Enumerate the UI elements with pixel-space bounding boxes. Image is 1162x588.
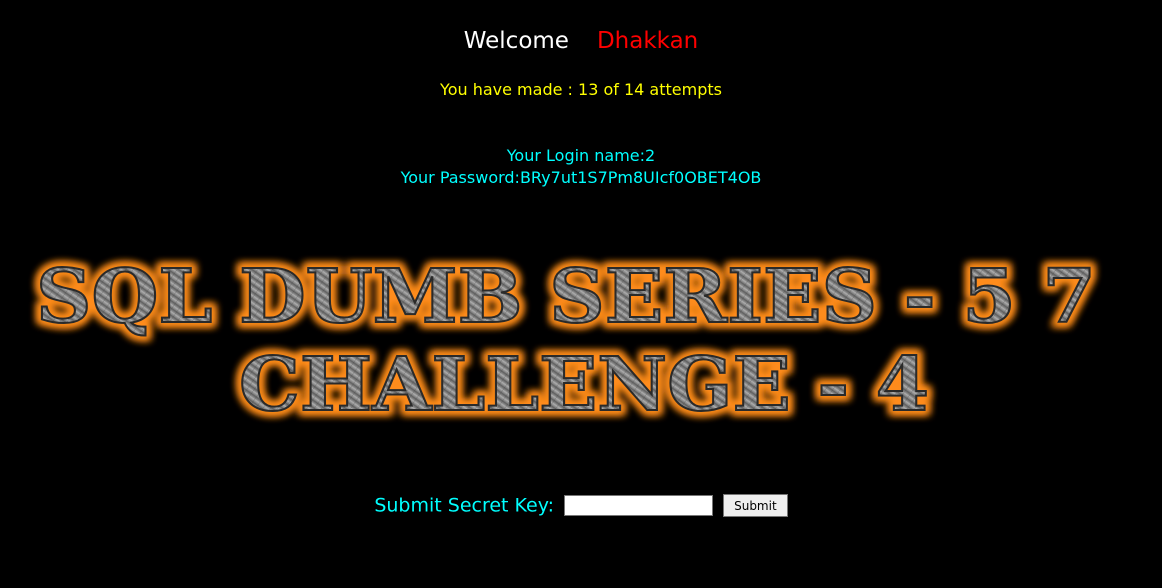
attempts-counter: You have made : 13 of 14 attempts [440, 80, 722, 99]
challenge-page: Welcome Dhakkan You have made : 13 of 14 … [0, 0, 1162, 588]
banner-line-1: SQL DUMB SERIES - 5 7 SQL DUMB SERIES - … [32, 250, 1101, 345]
secret-key-label: Submit Secret Key: [374, 494, 554, 517]
svg-text:SQL DUMB SERIES - 5 7: SQL DUMB SERIES - 5 7 [36, 254, 1096, 340]
welcome-row: Welcome Dhakkan [0, 26, 1162, 56]
username: Dhakkan [596, 28, 699, 54]
credentials-block: Your Login name:2 Your Password:BRy7ut1S… [0, 145, 1162, 189]
welcome-label: Welcome [463, 28, 569, 54]
login-name-text: Your Login name:2 [506, 146, 656, 165]
secret-key-form: Submit Secret Key: Submit [0, 491, 1162, 520]
svg-text:CHALLENGE - 4: CHALLENGE - 4 [239, 342, 929, 428]
banner-line-2: CHALLENGE - 4 CHALLENGE - 4 [235, 338, 934, 431]
password-text: Your Password:BRy7ut1S7Pm8UIcf0OBET4OB [400, 168, 762, 187]
submit-button[interactable]: Submit [723, 494, 788, 517]
secret-key-input[interactable] [564, 495, 714, 516]
banner-image: SQL DUMB SERIES - 5 7 SQL DUMB SERIES - … [32, 250, 1101, 431]
